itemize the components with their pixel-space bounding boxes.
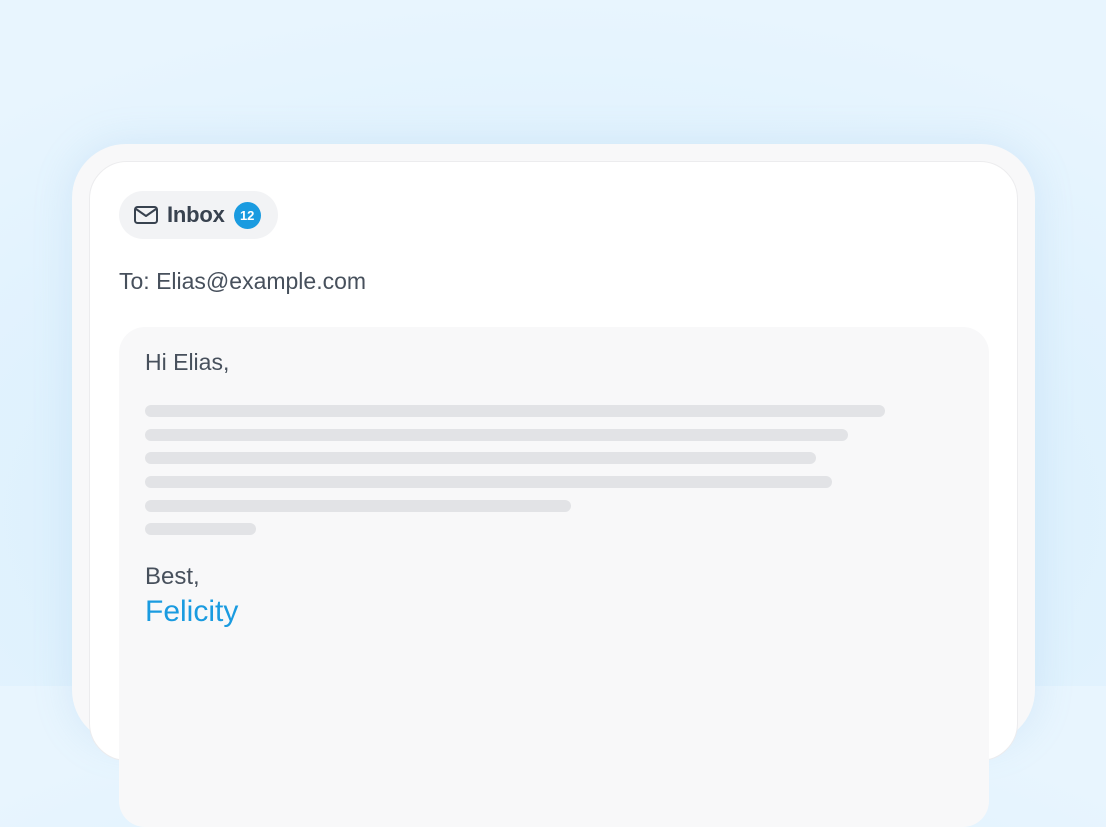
signoff-text: Best, [145,563,200,590]
placeholder-text-line [145,523,256,535]
email-screen: Inbox 12 To: Elias@example.com Hi Elias,… [89,161,1018,827]
inbox-button[interactable]: Inbox 12 [119,191,278,239]
placeholder-text-line [145,405,885,417]
unread-count-badge: 12 [233,201,261,229]
placeholder-text-line [145,476,832,488]
mail-icon [133,205,159,225]
placeholder-text-line [145,452,816,464]
greeting-text: Hi Elias, [145,349,230,375]
recipient-line: To: Elias@example.com [119,268,367,294]
message-body[interactable]: Hi Elias, Best, Felicity [119,327,989,827]
inbox-label: Inbox [167,202,225,227]
device-frame: Inbox 12 To: Elias@example.com Hi Elias,… [72,144,1035,827]
placeholder-text-line [145,500,571,512]
signature-name: Felicity [145,595,239,628]
placeholder-text-line [145,429,848,441]
